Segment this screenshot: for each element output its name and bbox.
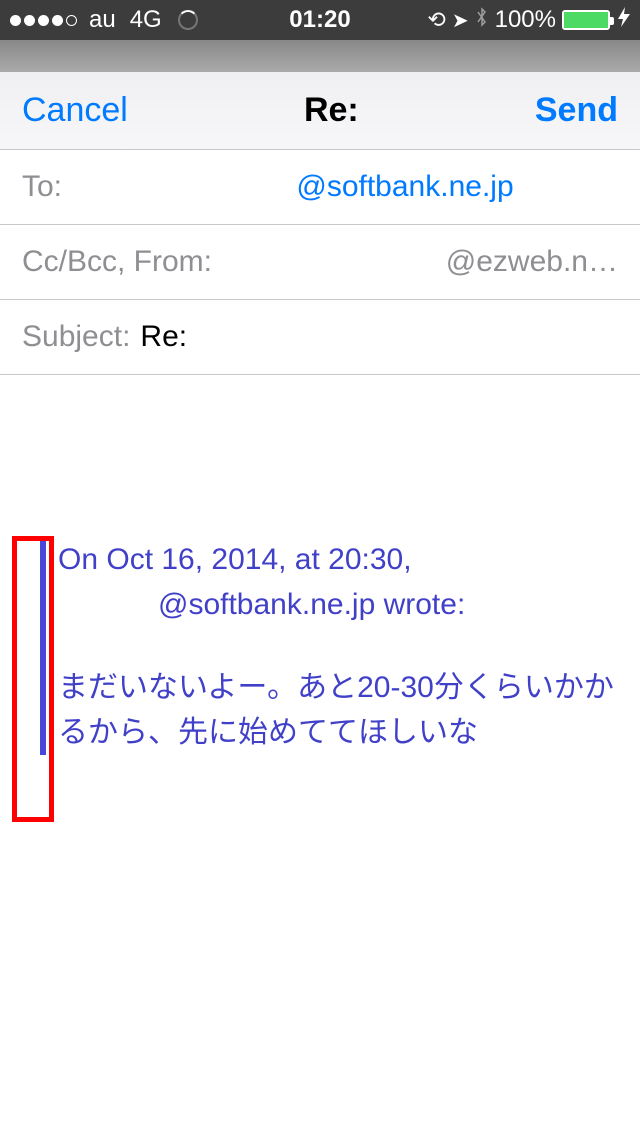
from-value: @ezweb.n…	[446, 245, 618, 279]
compose-nav-bar: Cancel Re: Send	[0, 72, 640, 150]
message-body[interactable]: On Oct 16, 2014, at 20:30, @softbank.ne.…	[0, 375, 640, 777]
charging-icon	[618, 7, 630, 33]
status-bar: au 4G 01:20 ⟲ ➤ 100%	[0, 0, 640, 40]
subject-value: Re:	[140, 320, 187, 354]
quote-sender-line: @softbank.ne.jp wrote:	[58, 582, 465, 627]
bluetooth-icon	[475, 6, 489, 34]
location-icon: ➤	[452, 8, 469, 33]
modal-backdrop	[0, 40, 640, 72]
loading-spinner-icon	[178, 10, 198, 30]
to-label: To:	[22, 170, 62, 204]
battery-percentage: 100%	[495, 6, 556, 34]
battery-icon	[562, 10, 610, 30]
compose-title: Re:	[304, 91, 359, 130]
quote-header: On Oct 16, 2014, at 20:30, @softbank.ne.…	[58, 537, 618, 627]
status-right: ⟲ ➤ 100%	[427, 6, 630, 34]
to-field-row[interactable]: To: @softbank.ne.jp	[0, 150, 640, 225]
ccbcc-field-row[interactable]: Cc/Bcc, From: @ezweb.n…	[0, 225, 640, 300]
to-value: @softbank.ne.jp	[176, 170, 513, 204]
subject-field-row[interactable]: Subject: Re:	[0, 300, 640, 375]
cancel-button[interactable]: Cancel	[22, 91, 128, 130]
ccbcc-label: Cc/Bcc, From:	[22, 245, 212, 279]
clock: 01:20	[289, 6, 350, 34]
rotation-lock-icon: ⟲	[427, 7, 445, 33]
quote-indicator-bar	[40, 537, 46, 755]
quote-body-text: まだいないよー。あと20-30分くらいかかるから、先に始めててほしいな	[58, 665, 618, 755]
send-button[interactable]: Send	[535, 91, 618, 130]
signal-strength-icon	[10, 15, 77, 26]
carrier-label: au	[89, 6, 116, 34]
network-label: 4G	[130, 6, 162, 34]
quote-date-line: On Oct 16, 2014, at 20:30,	[58, 543, 412, 576]
quoted-reply-block: On Oct 16, 2014, at 20:30, @softbank.ne.…	[22, 537, 618, 755]
subject-label: Subject:	[22, 320, 130, 354]
status-left: au 4G	[10, 6, 198, 34]
